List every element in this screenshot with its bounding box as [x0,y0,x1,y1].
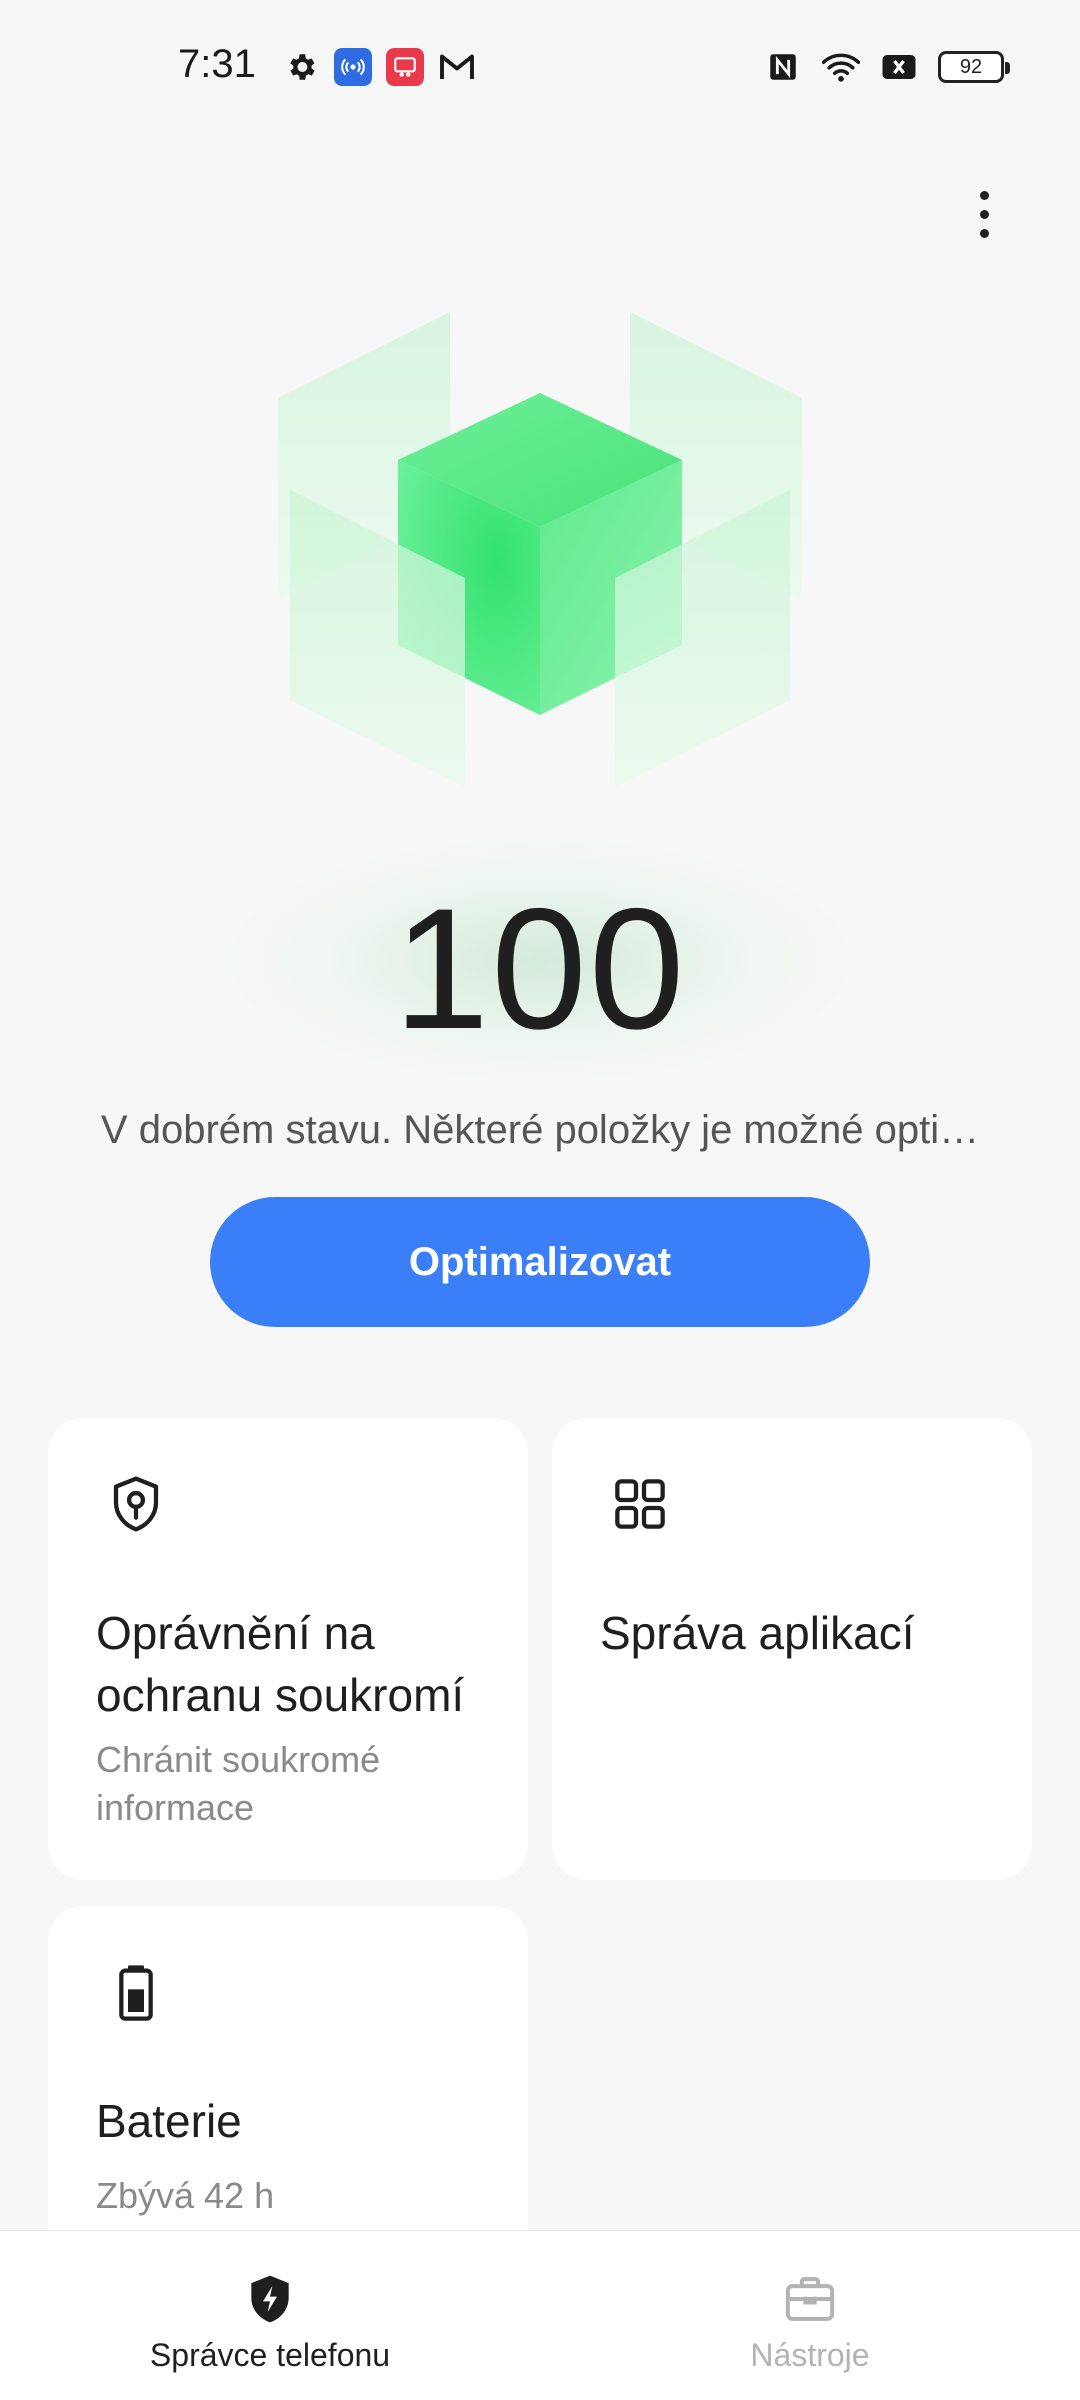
hotspot-app-icon [334,48,372,86]
card-subtitle: Chránit soukromé informace [96,1739,381,1828]
card-subtitle: Zbývá 42 h [96,2175,275,2216]
gear-icon [282,48,320,86]
app-management-card[interactable]: Správa aplikací [552,1418,1032,1880]
nfc-icon [764,48,802,86]
more-dot [979,209,989,219]
shield-key-icon [104,1472,168,1536]
health-status-text: V dobrém stavu. Některé položky je možné… [100,1108,980,1152]
screen-share-app-icon [386,48,424,86]
battery-icon: 92 [938,51,1010,83]
apps-grid-icon [608,1472,672,1536]
more-vertical-icon [979,190,989,200]
optimize-button[interactable]: Optimalizovat [210,1197,870,1327]
toolbox-icon [780,2269,840,2329]
more-options-button[interactable] [960,180,1008,248]
gmail-icon [438,48,476,86]
system-icons: 92 [764,48,1010,86]
shield-bolt-icon [240,2269,300,2329]
nav-label: Správce telefonu [149,2337,391,2373]
wifi-icon [822,48,860,86]
bottom-navigation: Správce telefonu Nástroje [0,2230,1080,2400]
notification-icons [282,48,476,86]
battery-card[interactable]: Baterie Zbývá 42 h [48,1906,528,2266]
green-cube-illustration [260,300,820,800]
health-score: 100 [393,873,687,1065]
status-bar: 7:31 92 [0,0,1080,140]
more-dot [979,228,989,238]
nav-label: Nástroje [750,2337,870,2373]
status-time: 7:31 [178,42,256,86]
card-title: Správa aplikací [600,1607,915,1659]
card-title: Oprávnění na ochranu soukromí [96,1607,465,1721]
card-title: Baterie [96,2095,242,2147]
nav-tools[interactable]: Nástroje [540,2231,1080,2400]
battery-level: 92 [959,55,983,78]
privacy-permissions-card[interactable]: Oprávnění na ochranu soukromí Chránit so… [48,1418,528,1880]
nav-phone-manager[interactable]: Správce telefonu [0,2231,540,2400]
battery-icon [104,1960,168,2024]
no-sim-icon [880,48,918,86]
